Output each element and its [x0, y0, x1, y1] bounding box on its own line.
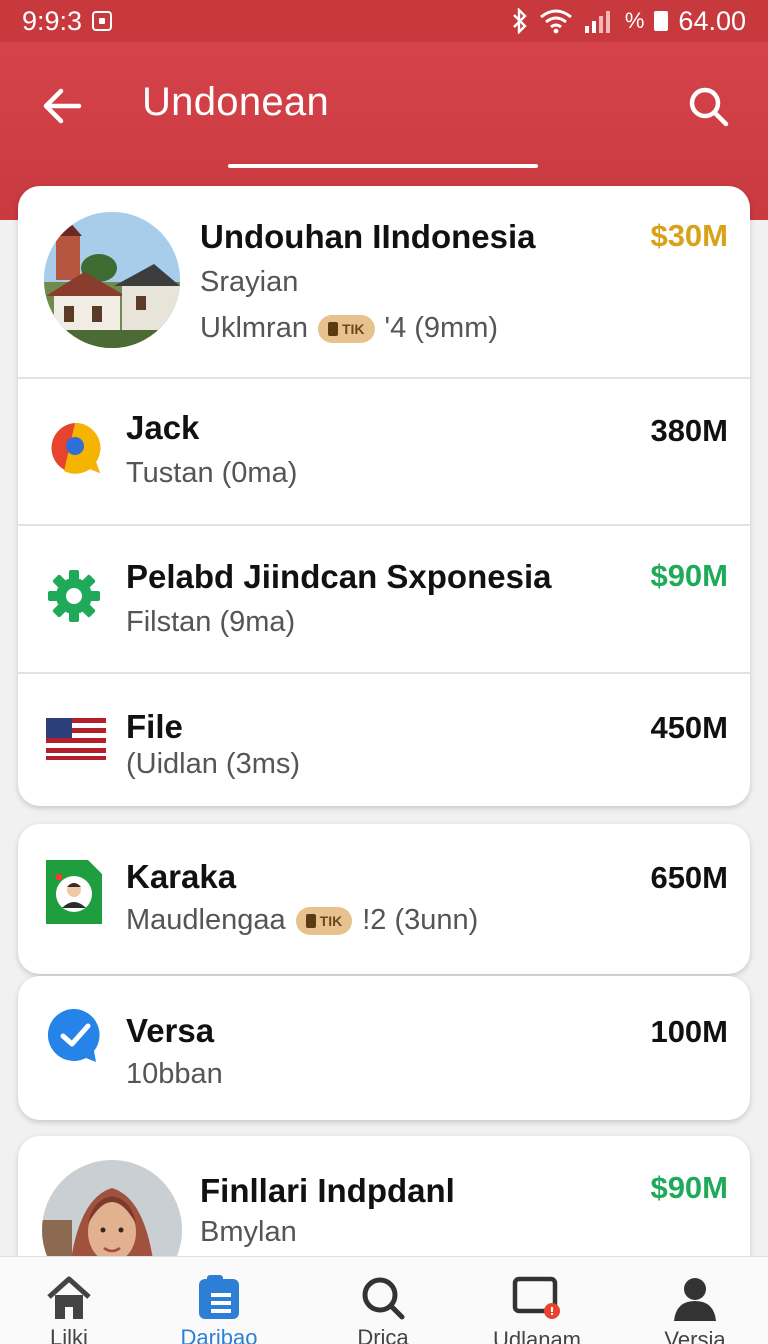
list-card-3: Versa 10bban 100M	[18, 976, 750, 1120]
arrow-left-icon	[43, 88, 82, 124]
item-meta: Maudlengaa TIK !2 (3unn)	[126, 904, 478, 937]
signal-icon	[584, 11, 610, 33]
document-icon	[194, 1275, 244, 1321]
tik-badge: TIK	[295, 906, 353, 935]
battery-level: 64.00	[678, 5, 746, 36]
nav-label: Daribao	[180, 1325, 258, 1344]
item-value: 650M	[650, 860, 728, 895]
profile-icon	[670, 1275, 720, 1323]
screen-alert-icon	[512, 1275, 562, 1323]
list-item[interactable]: Jack Tustan (0ma) 380M	[18, 379, 750, 526]
item-title: File	[126, 708, 183, 745]
wifi-icon	[539, 9, 572, 34]
item-subtitle: 10bban	[126, 1058, 223, 1090]
item-subtitle: (Uidlan (3ms)	[126, 748, 301, 780]
badge-icon	[327, 321, 338, 336]
list-item[interactable]: Undouhan IIndonesia Srayian Uklmran TIK …	[18, 186, 750, 379]
list-card-1: Undouhan IIndonesia Srayian Uklmran TIK …	[18, 186, 750, 806]
list-card-2: Karaka Maudlengaa TIK !2 (3unn) 650M	[18, 824, 750, 974]
item-title: Versa	[126, 1012, 215, 1049]
contact-card-icon	[46, 860, 102, 924]
chat-bubble-icon	[46, 419, 104, 477]
item-title: Karaka	[126, 858, 237, 895]
item-subtitle: Bmylan	[200, 1216, 297, 1248]
status-time: 9:9:3	[22, 5, 83, 36]
search-button[interactable]	[684, 82, 732, 130]
nav-label: Udlanam	[492, 1327, 582, 1344]
item-meta-prefix: Maudlengaa	[126, 904, 286, 936]
status-percent-symbol: %	[624, 8, 645, 33]
nav-item-daribao[interactable]: Daribao	[144, 1257, 294, 1344]
nav-item-home[interactable]: Lilki	[0, 1257, 144, 1344]
badge-label: TIK	[319, 912, 343, 929]
item-value: 380M	[650, 413, 728, 448]
item-meta-suffix: '4 (9mm)	[384, 312, 499, 344]
nav-item-search[interactable]: Drica	[308, 1257, 458, 1344]
flag-icon	[46, 718, 106, 760]
item-value: $90M	[650, 1170, 728, 1205]
list-item[interactable]: File (Uidlan (3ms) 450M	[18, 674, 750, 806]
tik-badge: TIK	[317, 314, 375, 343]
back-button[interactable]	[38, 82, 86, 130]
status-right: % 64.00	[511, 6, 746, 37]
item-meta-suffix: !2 (3unn)	[362, 904, 479, 936]
nav-label: Versia	[664, 1327, 726, 1344]
bottom-navigation: Lilki Daribao Drica Udlanam Versia	[0, 1256, 768, 1344]
notification-icon	[92, 11, 113, 31]
item-subtitle-text: Srayian	[200, 266, 299, 298]
header-row: Undonean	[0, 42, 768, 170]
item-value: 100M	[650, 1014, 728, 1049]
item-subtitle: Tustan (0ma)	[126, 457, 298, 489]
gear-icon	[46, 568, 102, 624]
status-bar: 9:9:3 % 64.00	[0, 0, 768, 42]
status-left: 9:9:3	[22, 5, 113, 37]
search-icon	[358, 1275, 408, 1321]
item-value: $90M	[650, 558, 728, 593]
house-photo	[44, 212, 180, 348]
messenger-icon	[46, 1006, 104, 1064]
search-icon	[689, 87, 729, 127]
nav-item-profile[interactable]: Versia	[620, 1257, 768, 1344]
item-subtitle: Srayian	[200, 266, 298, 299]
bluetooth-icon	[513, 8, 527, 34]
nav-item-udlanam[interactable]: Udlanam	[462, 1257, 612, 1344]
item-value: 450M	[650, 710, 728, 745]
item-subtitle: Filstan (9ma)	[126, 606, 296, 638]
home-icon	[44, 1275, 94, 1321]
item-title: Jack	[126, 409, 200, 446]
badge-label: TIK	[341, 320, 365, 337]
item-meta-prefix: Uklmran	[200, 312, 308, 344]
battery-icon	[654, 11, 669, 31]
nav-label: Lilki	[50, 1325, 88, 1344]
item-meta: Uklmran TIK '4 (9mm)	[200, 312, 498, 345]
list-item[interactable]: Karaka Maudlengaa TIK !2 (3unn) 650M	[18, 824, 750, 974]
tab-indicator	[228, 164, 538, 168]
item-title: Pelabd Jiindcan Sxponesia	[126, 558, 552, 595]
page-title: Undonean	[142, 80, 330, 124]
item-title: Undouhan IIndonesia	[200, 218, 536, 255]
list-item[interactable]: Versa 10bban 100M	[18, 976, 750, 1120]
list-item[interactable]: Pelabd Jiindcan Sxponesia Filstan (9ma) …	[18, 526, 750, 674]
nav-label: Drica	[357, 1325, 409, 1344]
item-value: $30M	[650, 218, 728, 253]
badge-icon	[305, 913, 316, 928]
item-title: Finllari Indpdanl	[200, 1172, 455, 1209]
